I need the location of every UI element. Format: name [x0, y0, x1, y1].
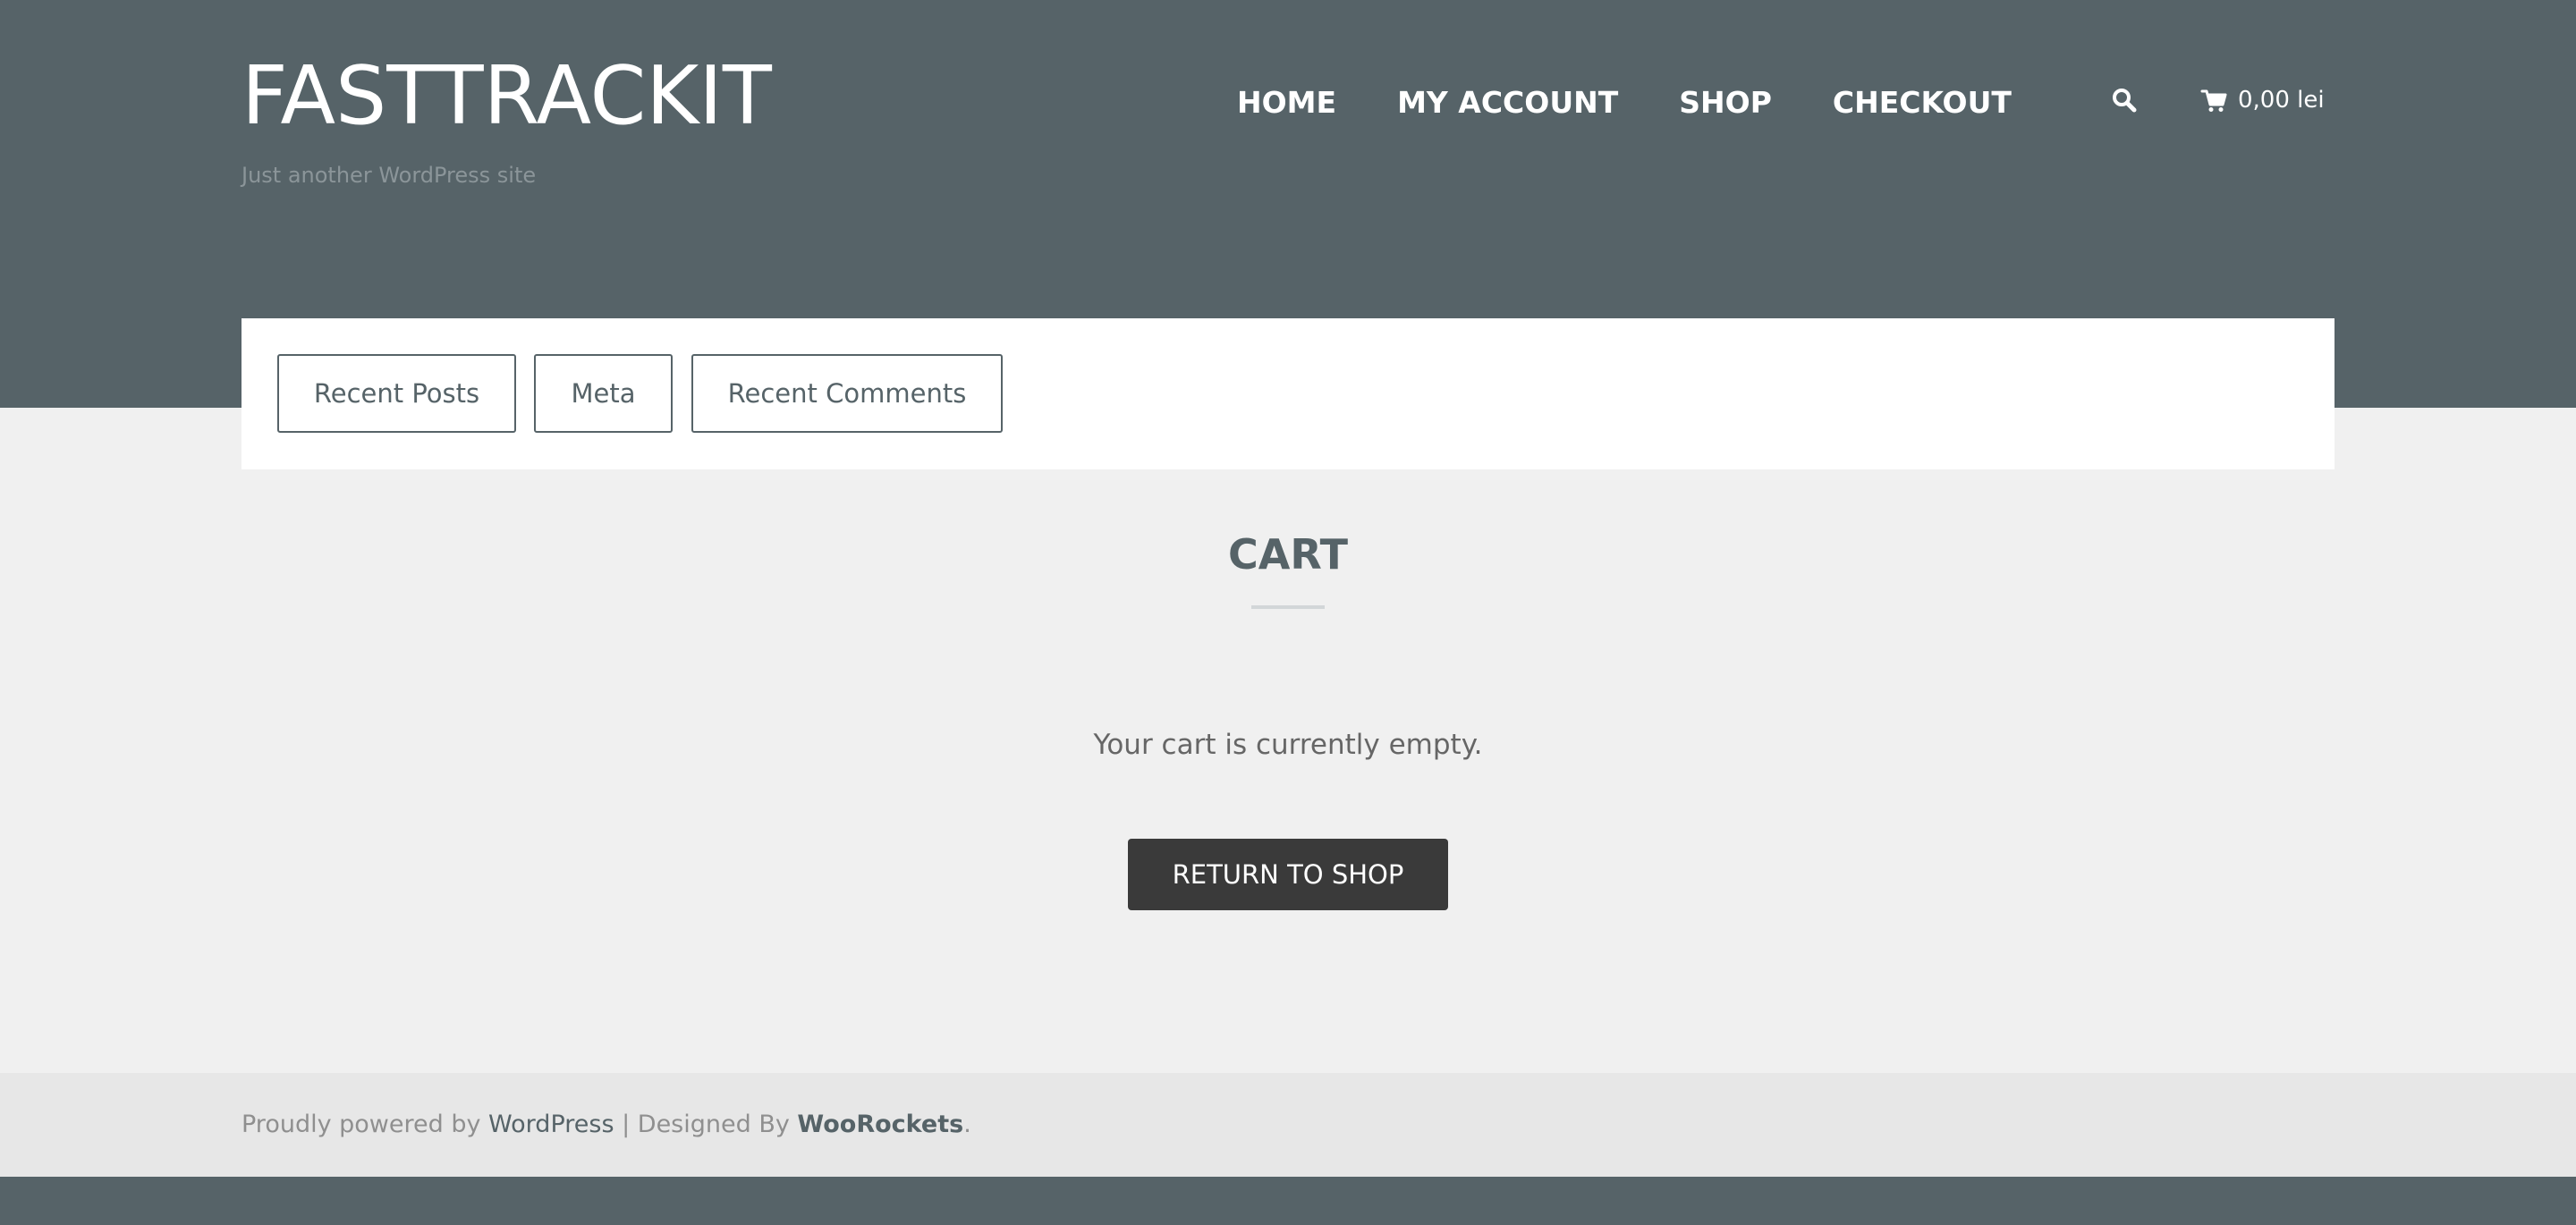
footer-prefix: Proudly powered by	[242, 1111, 489, 1138]
search-button[interactable]	[2111, 87, 2138, 114]
cart-total: 0,00 lei	[2238, 87, 2325, 114]
tab-recent-posts[interactable]: Recent Posts	[277, 354, 516, 433]
nav-checkout[interactable]: CHECKOUT	[1833, 80, 2012, 125]
return-to-shop-button[interactable]: RETURN TO SHOP	[1128, 839, 1448, 910]
search-icon	[2113, 89, 2137, 113]
title-divider	[1251, 605, 1325, 609]
footer-suffix: .	[963, 1111, 971, 1138]
cart-icon	[2200, 89, 2227, 112]
page-title: CART	[1227, 530, 1349, 579]
nav-shop[interactable]: SHOP	[1679, 80, 1772, 125]
tab-meta[interactable]: Meta	[534, 354, 673, 433]
main-navigation: HOME MY ACCOUNT SHOP CHECKOUT	[1237, 80, 2012, 125]
site-title[interactable]: FASTTRACKIT	[242, 46, 772, 147]
footer-credits: Proudly powered by WordPress | Designed …	[242, 1105, 971, 1145]
widget-tab-bar: Recent Posts Meta Recent Comments	[242, 318, 2334, 469]
tab-recent-comments[interactable]: Recent Comments	[691, 354, 1003, 433]
bottom-band	[0, 1177, 2576, 1225]
wordpress-link[interactable]: WordPress	[488, 1111, 614, 1138]
nav-home[interactable]: HOME	[1237, 80, 1336, 125]
nav-my-account[interactable]: MY ACCOUNT	[1397, 80, 1618, 125]
site-tagline: Just another WordPress site	[242, 163, 537, 188]
site-footer: Proudly powered by WordPress | Designed …	[0, 1073, 2576, 1177]
header-cart[interactable]: 0,00 lei	[2200, 80, 2325, 120]
woorockets-link[interactable]: WooRockets	[797, 1111, 963, 1138]
footer-separator: | Designed By	[614, 1111, 798, 1138]
cart-empty-message: Your cart is currently empty.	[1093, 729, 1483, 761]
